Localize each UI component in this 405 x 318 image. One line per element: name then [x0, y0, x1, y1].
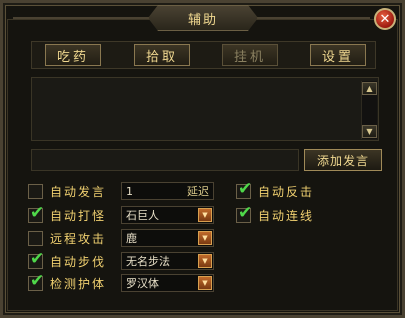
- option-auto-footwork[interactable]: ✔ 自动步伐: [28, 248, 107, 271]
- tab-auto-hang[interactable]: 挂机: [222, 44, 278, 66]
- speech-text-input[interactable]: [31, 149, 299, 171]
- message-list-scrollbar[interactable]: ▲ ▼: [361, 81, 377, 139]
- add-speech-button[interactable]: 添加发言: [304, 149, 382, 171]
- chevron-down-icon[interactable]: ▼: [198, 208, 212, 222]
- body-guard-select-value: 罗汉体: [126, 277, 159, 290]
- option-auto-attack-monster[interactable]: ✔ 自动打怪: [28, 202, 107, 225]
- close-button[interactable]: ✕: [374, 8, 396, 30]
- auto-footwork-label: 自动步伐: [50, 254, 107, 269]
- close-icon: ✕: [379, 11, 391, 27]
- detect-body-guard-label: 检测护体: [50, 276, 107, 291]
- chevron-down-icon[interactable]: ▼: [198, 254, 212, 268]
- check-icon: ✔: [238, 178, 253, 199]
- auto-counterattack-label: 自动反击: [258, 184, 315, 199]
- message-list[interactable]: [31, 77, 379, 141]
- auto-counterattack-checkbox[interactable]: ✔: [236, 178, 253, 199]
- check-icon: ✔: [30, 248, 45, 269]
- tab-eat-medicine[interactable]: 吃药: [45, 44, 101, 66]
- scroll-up-arrow-icon[interactable]: ▲: [362, 82, 377, 95]
- monster-select-value: 石巨人: [126, 209, 159, 222]
- window-title: 辅助: [148, 5, 258, 31]
- option-auto-counterattack[interactable]: ✔ 自动反击: [236, 178, 315, 201]
- auto-chain-label: 自动连线: [258, 208, 315, 223]
- title-divider-left: [13, 17, 148, 19]
- speak-interval-input[interactable]: 1 延迟: [121, 182, 214, 200]
- speak-interval-value: 1: [126, 184, 133, 198]
- title-divider-right: [258, 17, 370, 19]
- option-auto-chain[interactable]: ✔ 自动连线: [236, 202, 315, 225]
- ranged-target-value: 鹿: [126, 232, 137, 245]
- option-ranged-attack[interactable]: 远程攻击: [28, 228, 106, 248]
- ranged-target-select[interactable]: 鹿 ▼: [121, 229, 214, 247]
- footwork-select-value: 无名步法: [126, 255, 170, 268]
- ranged-attack-label: 远程攻击: [50, 231, 107, 246]
- assist-window: 辅助 ✕ 吃药 拾取 挂机 设置 ▲ ▼ 添加发言 自动发言 1 延迟 ✔ 自动…: [0, 0, 405, 318]
- ranged-attack-checkbox[interactable]: [28, 230, 43, 246]
- delay-label: 延迟: [187, 185, 209, 198]
- footwork-select[interactable]: 无名步法 ▼: [121, 252, 214, 270]
- auto-speak-checkbox[interactable]: [28, 183, 43, 199]
- auto-footwork-checkbox[interactable]: ✔: [28, 248, 45, 269]
- auto-speak-label: 自动发言: [50, 184, 107, 199]
- tab-pickup[interactable]: 拾取: [134, 44, 190, 66]
- scroll-down-arrow-icon[interactable]: ▼: [362, 125, 377, 138]
- auto-chain-checkbox[interactable]: ✔: [236, 202, 253, 223]
- auto-attack-monster-label: 自动打怪: [50, 208, 107, 223]
- check-icon: ✔: [30, 270, 45, 291]
- chevron-down-icon[interactable]: ▼: [198, 231, 212, 245]
- check-icon: ✔: [30, 202, 45, 223]
- body-guard-select[interactable]: 罗汉体 ▼: [121, 274, 214, 292]
- tab-settings[interactable]: 设置: [310, 44, 366, 66]
- option-auto-speak[interactable]: 自动发言: [28, 181, 106, 201]
- chevron-down-icon[interactable]: ▼: [198, 276, 212, 290]
- option-detect-body-guard[interactable]: ✔ 检测护体: [28, 270, 107, 293]
- monster-select[interactable]: 石巨人 ▼: [121, 206, 214, 224]
- check-icon: ✔: [238, 202, 253, 223]
- auto-attack-monster-checkbox[interactable]: ✔: [28, 202, 45, 223]
- detect-body-guard-checkbox[interactable]: ✔: [28, 270, 45, 291]
